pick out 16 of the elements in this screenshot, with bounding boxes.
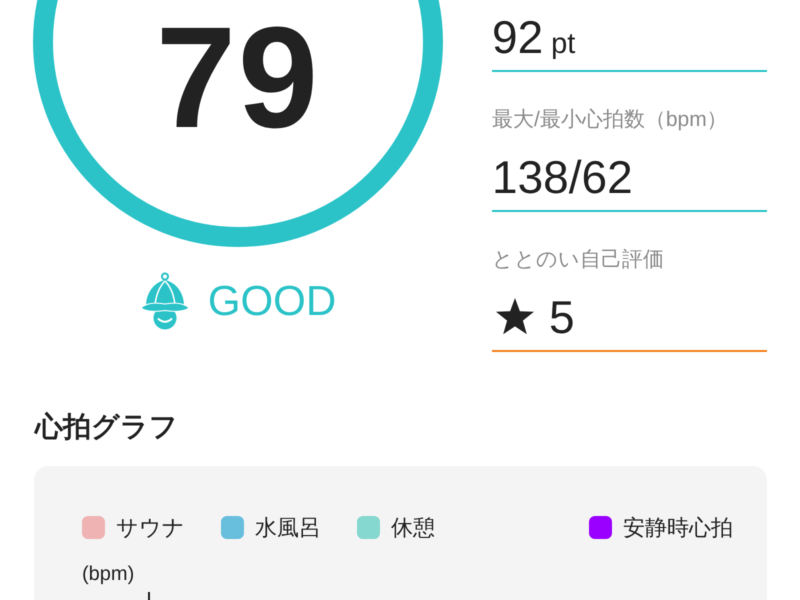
- legend-label: 休憩: [391, 514, 435, 541]
- legend-label: サウナ: [116, 514, 185, 541]
- rating-label: GOOD: [208, 280, 336, 322]
- stat-value: 138/62: [492, 154, 633, 200]
- stat-unit: pt: [551, 30, 576, 59]
- stat-value: 92: [492, 14, 544, 60]
- score-value: 79: [156, 6, 320, 150]
- axis-unit-label: (bpm): [82, 562, 134, 586]
- stat-value: 5: [549, 294, 575, 340]
- stat-label: 最大/最小心拍数（bpm）: [492, 107, 729, 132]
- hat-face-icon: [140, 272, 190, 330]
- legend-label: 安静時心拍: [623, 514, 733, 541]
- section-title: 心拍グラフ: [35, 410, 178, 444]
- stat-label: ととのい自己評価: [492, 247, 665, 272]
- legend-label: 水風呂: [255, 514, 321, 541]
- star-icon: [495, 298, 535, 336]
